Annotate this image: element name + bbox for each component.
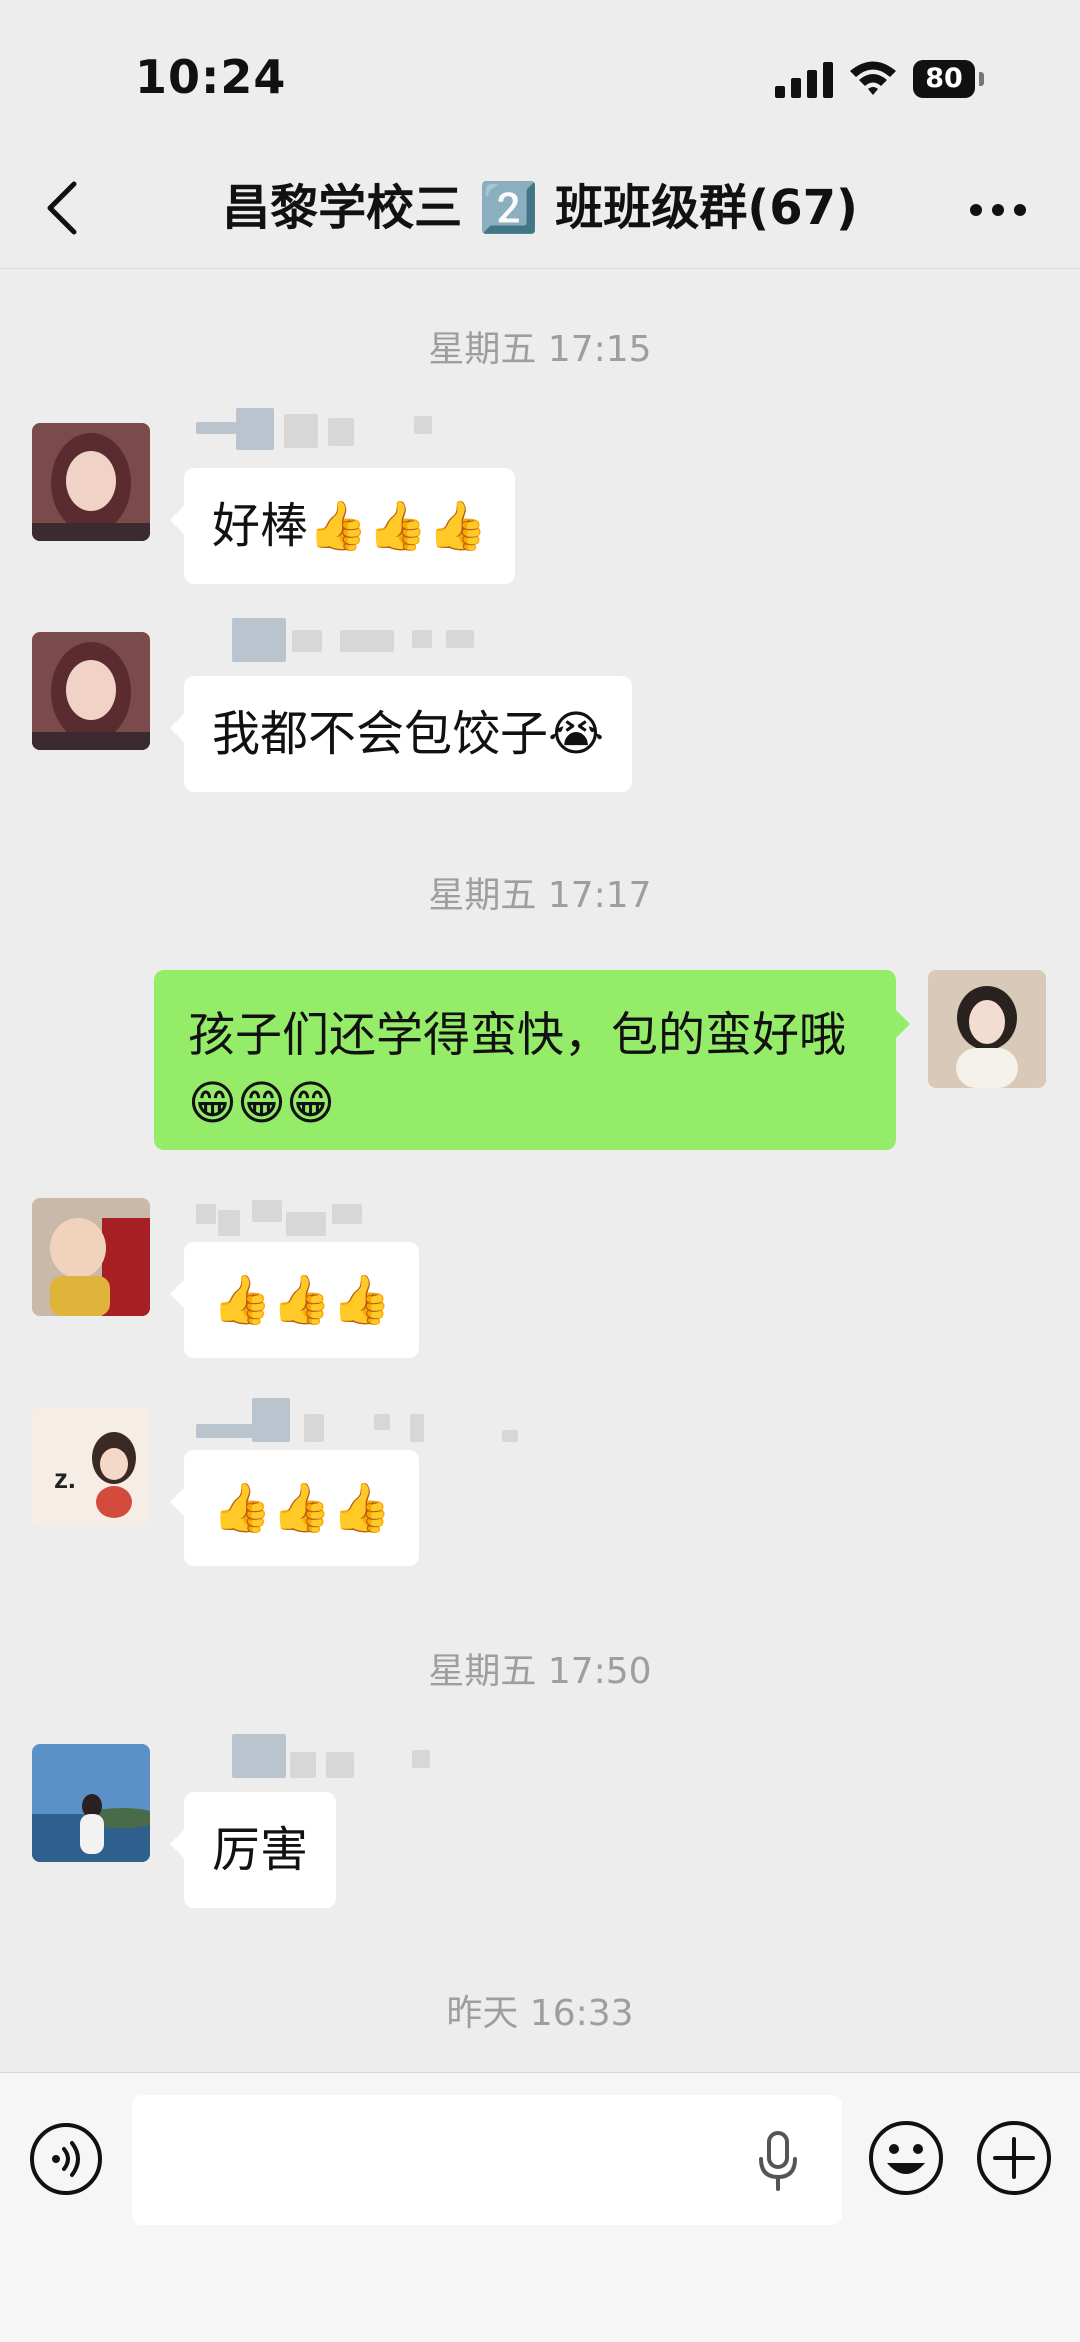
avatar-self[interactable] <box>928 970 1046 1088</box>
mic-icon[interactable] <box>756 2131 800 2191</box>
chat-header: 昌黎学校三 2️⃣ 班班级群(67) <box>0 150 1080 269</box>
battery-tip <box>979 72 984 86</box>
message-bubble[interactable]: 厉害 <box>169 1792 337 1908</box>
chat-title: 昌黎学校三 2️⃣ 班班级群(67) <box>222 180 858 236</box>
timestamp: 星期五 17:17 <box>428 875 652 916</box>
clock: 10:24 <box>135 50 287 104</box>
message-bubble[interactable]: 👍👍👍 <box>169 1242 420 1358</box>
message-list[interactable]: 星期五 17:15 好棒👍👍👍 我都不会包饺子😭 星期五 17:17 孩子们还学… <box>0 268 1080 2072</box>
battery-indicator: 80 <box>913 60 985 98</box>
avatar[interactable] <box>32 1744 150 1862</box>
avatar[interactable] <box>32 1198 150 1316</box>
sender-name-blurred <box>232 618 492 662</box>
timestamp: 星期五 17:15 <box>428 329 652 370</box>
avatar[interactable]: z. <box>32 1408 150 1526</box>
sender-name-blurred <box>196 1200 396 1244</box>
message-bubble[interactable]: 好棒👍👍👍 <box>169 468 516 584</box>
timestamp: 星期五 17:50 <box>428 1651 652 1692</box>
more-dots-icon[interactable] <box>968 200 1028 220</box>
message-bubble-outgoing[interactable]: 孩子们还学得蛮快，包的蛮好哦😁😁😁 <box>154 970 910 1150</box>
sender-name-blurred <box>196 408 446 452</box>
sender-name-blurred <box>232 1734 452 1778</box>
emoji-icon[interactable] <box>867 2119 945 2197</box>
input-bar <box>0 2072 1080 2342</box>
message-input[interactable] <box>132 2095 842 2225</box>
battery-level: 80 <box>913 60 975 98</box>
timestamp: 昨天 16:33 <box>446 1993 634 2034</box>
signal-icon <box>775 62 833 98</box>
plus-icon[interactable] <box>975 2119 1053 2197</box>
message-bubble[interactable]: 我都不会包饺子😭 <box>169 676 633 792</box>
message-bubble[interactable]: 👍👍👍 <box>169 1450 420 1566</box>
svg-text:z.: z. <box>54 1463 76 1494</box>
avatar[interactable] <box>32 423 150 541</box>
wifi-icon <box>850 61 896 95</box>
sender-name-blurred <box>196 1398 526 1442</box>
voice-icon[interactable] <box>28 2121 104 2197</box>
avatar[interactable] <box>32 632 150 750</box>
status-bar: 10:24 80 <box>0 0 1080 150</box>
